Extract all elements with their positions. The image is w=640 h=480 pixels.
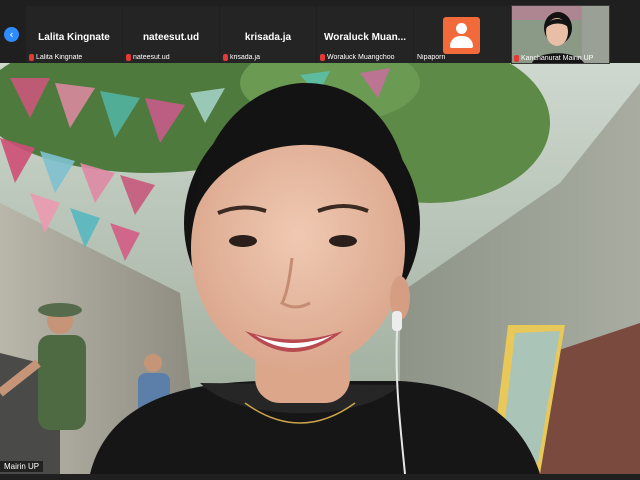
participant-tile[interactable]: nateesut.ud nateesut.ud [123, 6, 219, 63]
participant-tile[interactable]: Nipaporn [414, 6, 510, 63]
participant-label: Woraluck Muangchoo [327, 54, 395, 61]
speaker-name-label: Mairin UP [0, 461, 44, 472]
participant-tile[interactable]: krisada.ja krisada.ja [220, 6, 316, 63]
self-view-tile[interactable]: Kanchanurat Mairin UP [511, 5, 610, 64]
participant-display-name: Lalita Kingnate [38, 32, 110, 43]
participant-display-name: krisada.ja [244, 32, 292, 43]
participant-tile[interactable]: Woraluck Muan... Woraluck Muangchoo [317, 6, 413, 63]
participant-display-name: nateesut.ud [142, 32, 200, 43]
active-speaker-video[interactable]: Mairin UP [0, 63, 640, 474]
participant-display-name: Woraluck Muan... [323, 32, 407, 43]
mic-muted-icon [320, 54, 325, 61]
mic-muted-icon [29, 54, 34, 61]
user-icon [443, 17, 480, 54]
mic-muted-icon [223, 54, 228, 61]
mic-muted-icon [126, 54, 131, 61]
gallery-strip: ‹ Lalita Kingnate Lalita Kingnate natees… [0, 0, 640, 64]
participant-tile[interactable]: Lalita Kingnate Lalita Kingnate [26, 6, 122, 63]
self-view-label: Kanchanurat Mairin UP [521, 55, 594, 62]
chevron-left-icon[interactable]: ‹ [4, 27, 19, 42]
speaker-video-frame [0, 63, 640, 474]
bottom-toolbar-edge [0, 474, 640, 480]
participant-label: nateesut.ud [133, 54, 170, 61]
participant-label: krisada.ja [230, 54, 260, 61]
mic-muted-icon [514, 55, 519, 62]
participant-label: Nipaporn [417, 54, 446, 61]
participant-label: Lalita Kingnate [36, 54, 83, 61]
